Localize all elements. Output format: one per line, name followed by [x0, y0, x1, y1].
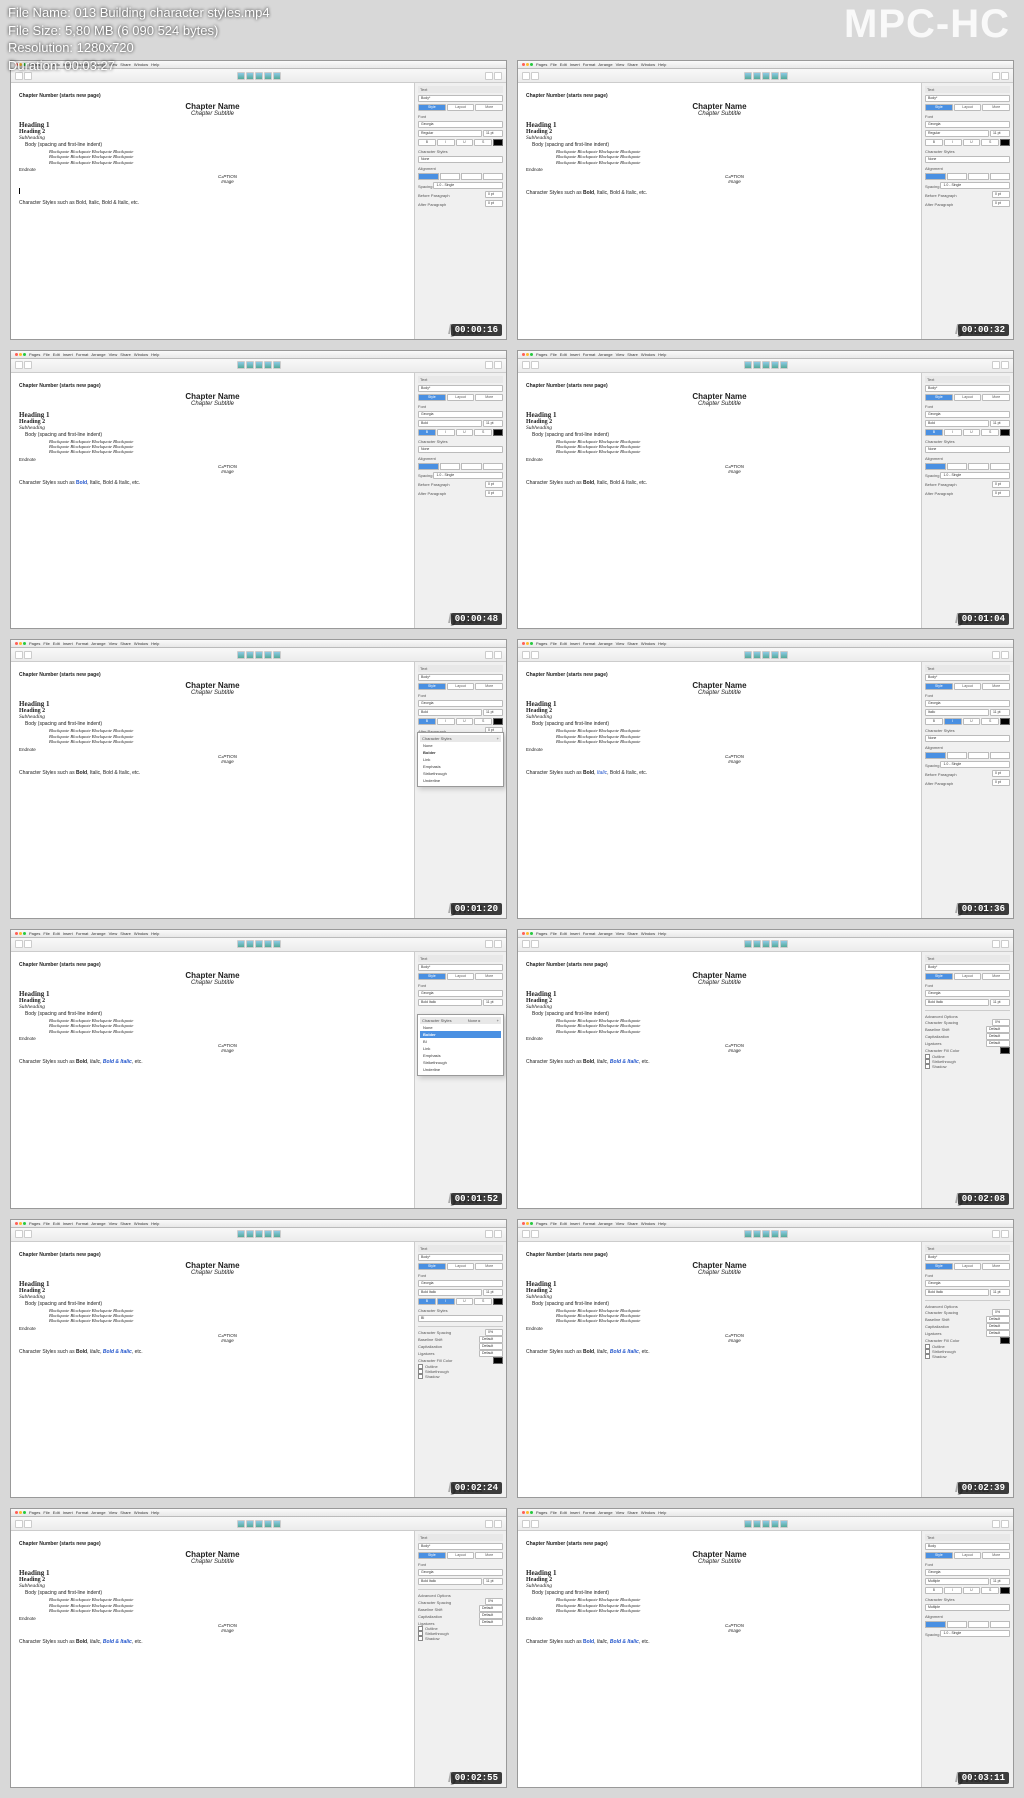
- bi-selected: Bold & Italic: [103, 1059, 132, 1065]
- file-info-overlay: File Name: 013 Building character styles…: [8, 4, 270, 74]
- alignment-label: Alignment: [418, 166, 503, 171]
- thumbnail-4[interactable]: PagesFileEditInsertFormatArrangeViewShar…: [517, 350, 1014, 630]
- player-logo: MPC-HC: [844, 2, 1010, 47]
- more-tab[interactable]: More: [475, 104, 503, 111]
- char-styles-label: Character Styles: [418, 149, 503, 154]
- resolution-line: Resolution: 1280x720: [8, 39, 270, 57]
- thumbnail-1[interactable]: PagesFileEditInsertFormatArrangeViewShar…: [10, 60, 507, 340]
- layout-tab[interactable]: Layout: [447, 104, 475, 111]
- panel-tab-text[interactable]: Text: [420, 87, 427, 92]
- endnote: Endnote: [19, 167, 406, 172]
- chapter-subtitle: Chapter Subtitle: [19, 111, 406, 117]
- font-style-input[interactable]: Regular: [418, 130, 482, 137]
- timestamp: 00:00:16: [451, 324, 502, 336]
- add-style-button[interactable]: +: [497, 736, 499, 741]
- thumbnail-9[interactable]: PagesFileEditInsertFormatArrangeViewShar…: [10, 1219, 507, 1499]
- char-style-selector[interactable]: None: [418, 156, 503, 163]
- thumbnail-8[interactable]: PagesFileEditInsertFormatArrangeViewShar…: [517, 929, 1014, 1209]
- subheading: Subheading: [19, 135, 406, 141]
- chapter-number: Chapter Number (starts new page): [19, 93, 406, 99]
- body-text: Body (spacing and first-line indent): [25, 142, 406, 148]
- chapter-name: Chapter Name: [19, 102, 406, 111]
- file-size-line: File Size: 5,80 MB (6 090 524 bytes): [8, 22, 270, 40]
- paragraph-style-selector[interactable]: Body*: [418, 95, 503, 102]
- thumbnail-2[interactable]: PagesFileEditInsertFormatArrangeViewShar…: [517, 60, 1014, 340]
- bius-row[interactable]: BIUS: [418, 139, 503, 146]
- italic-selected: Italic: [597, 770, 607, 776]
- bolder-item-selected: Bolder: [420, 1031, 501, 1038]
- text-color-swatch[interactable]: [493, 139, 503, 146]
- thumbnail-5[interactable]: PagesFileEditInsertFormatArrangeViewShar…: [10, 639, 507, 919]
- thumbnail-11[interactable]: PagesFileEditInsertFormatArrangeViewShar…: [10, 1508, 507, 1788]
- char-styles-line: Character Styles such as Bold, Italic, B…: [19, 200, 406, 206]
- heading-1: Heading 1: [19, 121, 406, 129]
- style-tab[interactable]: Style: [418, 104, 446, 111]
- duration-line: Duration: 00:03:27: [8, 57, 270, 75]
- font-label: Font: [418, 114, 503, 119]
- document-area[interactable]: Chapter Number (starts new page) Chapter…: [11, 83, 414, 339]
- thumbnail-6[interactable]: PagesFileEditInsertFormatArrangeViewShar…: [517, 639, 1014, 919]
- thumbnail-10[interactable]: PagesFileEditInsertFormatArrangeViewShar…: [517, 1219, 1014, 1499]
- font-family-input[interactable]: Georgia: [418, 121, 503, 128]
- thumbnail-3[interactable]: PagesFileEditInsertFormatArrangeViewShar…: [10, 350, 507, 630]
- spacing-input[interactable]: 1.0 - Single: [433, 182, 503, 189]
- format-panel[interactable]: Text Body* Style Layout More Font Georgi…: [414, 83, 506, 339]
- alignment-buttons[interactable]: [418, 173, 503, 180]
- bold-selected: Bold: [76, 480, 87, 486]
- char-styles-popup[interactable]: Character Styles+ None Bolder Link Empha…: [417, 732, 504, 787]
- file-name-line: File Name: 013 Building character styles…: [8, 4, 270, 22]
- thumbnail-grid: PagesFileEditInsertFormatArrangeViewShar…: [10, 60, 1014, 1788]
- char-styles-popup[interactable]: Character StylesNone ▸+ None Bolder BI L…: [417, 1014, 504, 1076]
- thumbnail-7[interactable]: PagesFileEditInsertFormatArrangeViewShar…: [10, 929, 507, 1209]
- text-cursor: [19, 188, 20, 194]
- font-size-input[interactable]: 11 pt: [483, 130, 503, 137]
- thumbnail-12[interactable]: PagesFileEditInsertFormatArrangeViewShar…: [517, 1508, 1014, 1788]
